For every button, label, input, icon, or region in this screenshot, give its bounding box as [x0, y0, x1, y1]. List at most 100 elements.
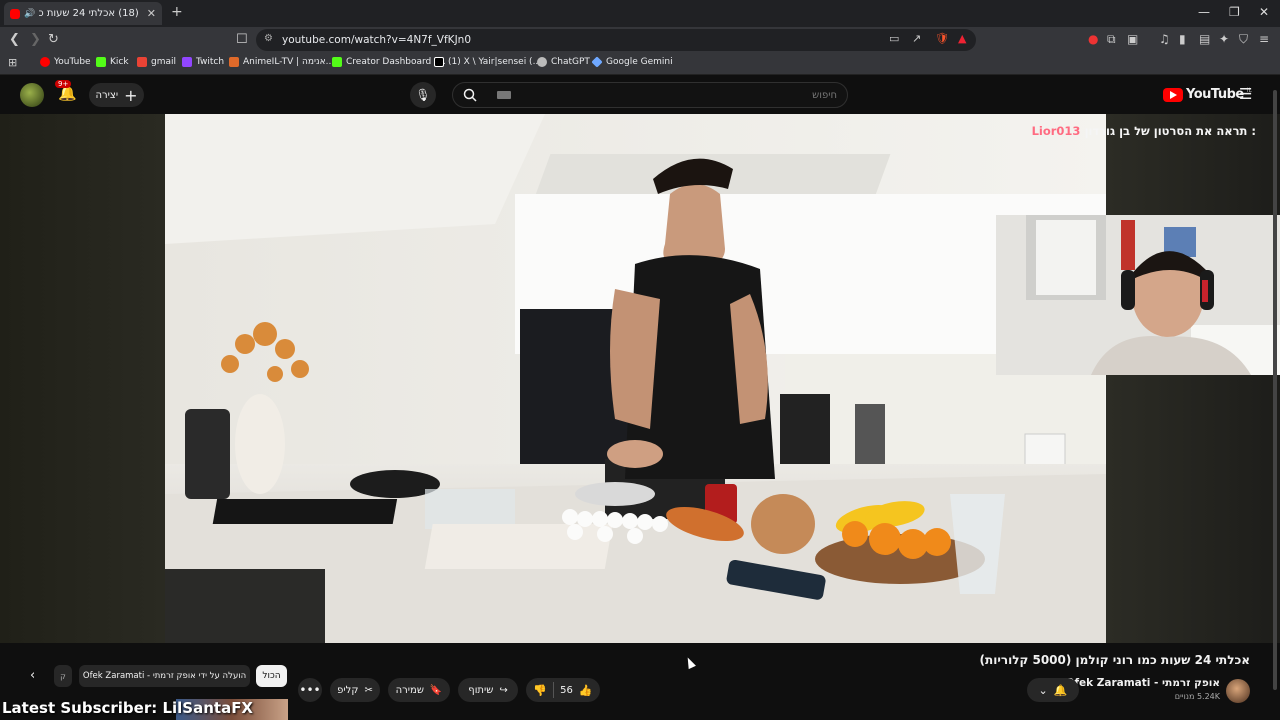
youtube-icon	[40, 57, 50, 67]
youtube-play-logo-icon	[1163, 87, 1183, 102]
kick-icon	[96, 57, 106, 67]
clip-label: קליפ	[337, 684, 359, 696]
youtube-logo-text: YouTube	[1186, 87, 1244, 102]
new-tab-icon[interactable]: +	[171, 4, 183, 20]
chat-username: Lior013	[1031, 124, 1081, 138]
keyboard-icon[interactable]	[497, 91, 511, 99]
gmail-icon	[137, 57, 147, 67]
bookmark-x[interactable]: (1) X \ Yair|sensei (...	[434, 57, 541, 67]
subscribed-button[interactable]: ⌄ 🔔	[1027, 678, 1079, 702]
bookmark-chatgpt[interactable]: ChatGPT	[537, 57, 590, 67]
reload-icon[interactable]: ↻	[48, 32, 59, 47]
animeil-icon	[229, 57, 239, 67]
close-window-icon[interactable]: ✕	[1259, 5, 1269, 19]
restore-icon[interactable]: ❐	[1229, 5, 1240, 19]
gemini-icon	[591, 56, 603, 68]
channel-avatar[interactable]	[1226, 679, 1250, 703]
x-icon	[434, 57, 444, 67]
twitch-icon	[182, 57, 192, 67]
site-info-icon[interactable]: ⚙	[264, 33, 273, 44]
like-divider	[553, 682, 555, 698]
media-icon[interactable]: ♫	[1159, 32, 1170, 46]
youtube-favicon-icon	[10, 8, 20, 19]
bookmark-animeil[interactable]: AnimeIL-TV | אנימה...	[229, 57, 334, 67]
latest-subscriber-overlay: Latest Subscriber: LilSantaFX	[2, 699, 254, 717]
speaker-icon[interactable]: 🔊	[24, 9, 35, 19]
voice-search-mic-icon[interactable]: 🎙	[410, 82, 436, 108]
clip-button[interactable]: קליפ ✂	[330, 678, 380, 702]
scrollbar-thumb[interactable]	[1273, 90, 1277, 690]
menu-icon[interactable]: ≡	[1259, 32, 1269, 46]
chip-partial[interactable]: ק	[54, 665, 72, 687]
share-label: שיתוף	[468, 684, 494, 696]
webcam-frame	[996, 215, 1280, 375]
sidebar-icon[interactable]: ▮	[1179, 32, 1186, 46]
address-toolbar: ❮ ❯ ↻ ☐ ⚙ youtube.com/watch?v=4N7f_VfKJn…	[0, 27, 1280, 53]
browser-tab-active[interactable]: 🔊 (18) אכלתי 24 שעות כמו רוני קולמן (500…	[4, 2, 162, 25]
bookmark-twitch[interactable]: Twitch	[182, 57, 224, 67]
back-icon[interactable]: ❮	[9, 32, 20, 47]
bookmark-kick[interactable]: Kick	[96, 57, 129, 67]
mouse-cursor-icon	[684, 655, 696, 670]
close-tab-icon[interactable]: ✕	[147, 7, 156, 20]
bookmark-creator-dashboard[interactable]: Creator Dashboard |...	[332, 57, 446, 67]
chatgpt-icon	[537, 57, 547, 67]
bookmark-gemini[interactable]: Google Gemini	[591, 56, 673, 68]
user-avatar[interactable]	[20, 83, 44, 107]
save-button[interactable]: שמירה 🔖	[388, 678, 450, 702]
bookmark-icon: 🔖	[429, 684, 443, 696]
search-icon[interactable]	[453, 83, 487, 107]
like-dislike-group: 👎 56 👍	[526, 678, 600, 702]
address-field[interactable]: ⚙ youtube.com/watch?v=4N7f_VfKJn0	[256, 29, 976, 51]
more-actions-icon[interactable]: •••	[298, 678, 322, 702]
chat-message-text: : תראה את הסרטון של בן גורדון	[1084, 124, 1256, 138]
wallet-icon[interactable]: ▤	[1199, 32, 1210, 46]
subscriber-count: 5.24K מנויים	[1174, 692, 1220, 701]
video-title: אכלתי 24 שעות כמו רוני קולמן (5000 קלורי…	[979, 653, 1250, 667]
share-button[interactable]: שיתוף ↪	[458, 678, 518, 702]
search-box	[452, 82, 848, 108]
extensions-icon[interactable]: ⧉	[1107, 32, 1116, 47]
dislike-button[interactable]: 👎	[533, 684, 547, 697]
minimize-icon[interactable]: —	[1198, 5, 1210, 19]
chat-overlay-message: : תראה את הסרטון של בן גורדון Lior013	[1030, 124, 1256, 138]
save-label: שמירה	[395, 684, 424, 696]
bookmark-youtube[interactable]: YouTube	[40, 57, 91, 67]
extension-record-icon[interactable]: ●	[1088, 32, 1098, 46]
share-icon: ↪	[499, 684, 508, 696]
guide-menu-icon[interactable]: ☰	[1239, 85, 1252, 103]
search-input[interactable]	[537, 87, 837, 103]
chips-scroll-left-icon[interactable]: ‹	[30, 668, 35, 683]
bookmarks-bar: ⊞ YouTube Kick gmail Twitch AnimeIL-TV |…	[0, 53, 1280, 75]
chip-uploaded-by[interactable]: הועלה על ידי אופק זרמתי - Ofek Zaramati	[79, 665, 250, 687]
video-frame-kitchen-scene	[165, 114, 1106, 643]
forward-icon[interactable]: ❯	[30, 32, 41, 47]
bookmark-page-icon[interactable]: ☐	[236, 32, 248, 47]
vpn-icon[interactable]: ⛉	[1239, 32, 1248, 47]
stream-background-right	[1106, 114, 1280, 643]
reader-icon[interactable]: ▣	[1127, 32, 1138, 46]
url-text: youtube.com/watch?v=4N7f_VfKJn0	[282, 34, 471, 46]
stream-background-left	[0, 114, 165, 643]
tab-title: (18) אכלתי 24 שעות כמו רוני קולמן (5000 …	[39, 8, 139, 19]
notification-bell-icon: 🔔	[1053, 683, 1068, 697]
scissors-icon: ✂	[364, 684, 373, 696]
brave-rewards-icon[interactable]: ▲	[958, 32, 966, 45]
share-page-icon[interactable]: ↗	[912, 32, 921, 45]
video-player[interactable]	[165, 114, 1106, 643]
bookmark-gmail[interactable]: gmail	[137, 57, 176, 67]
brave-shield-icon[interactable]: 🛡	[935, 32, 949, 45]
page-scrollbar[interactable]	[1272, 88, 1278, 718]
create-label: יצירה	[95, 89, 119, 101]
like-button[interactable]: 👍	[579, 684, 593, 697]
chevron-down-icon: ⌄	[1038, 683, 1048, 697]
apps-grid-icon[interactable]: ⊞	[8, 56, 17, 69]
streamer-webcam	[996, 215, 1280, 375]
create-button[interactable]: יצירה +	[89, 83, 144, 107]
channel-name[interactable]: אופק זרמתי - Ofek Zaramati	[1066, 677, 1220, 689]
kick-icon	[332, 57, 342, 67]
cast-icon[interactable]: ▭	[889, 32, 899, 45]
notifications-badge: 9+	[55, 80, 72, 88]
leo-ai-icon[interactable]: ✦	[1219, 32, 1229, 46]
chip-all[interactable]: הכול	[256, 665, 287, 687]
